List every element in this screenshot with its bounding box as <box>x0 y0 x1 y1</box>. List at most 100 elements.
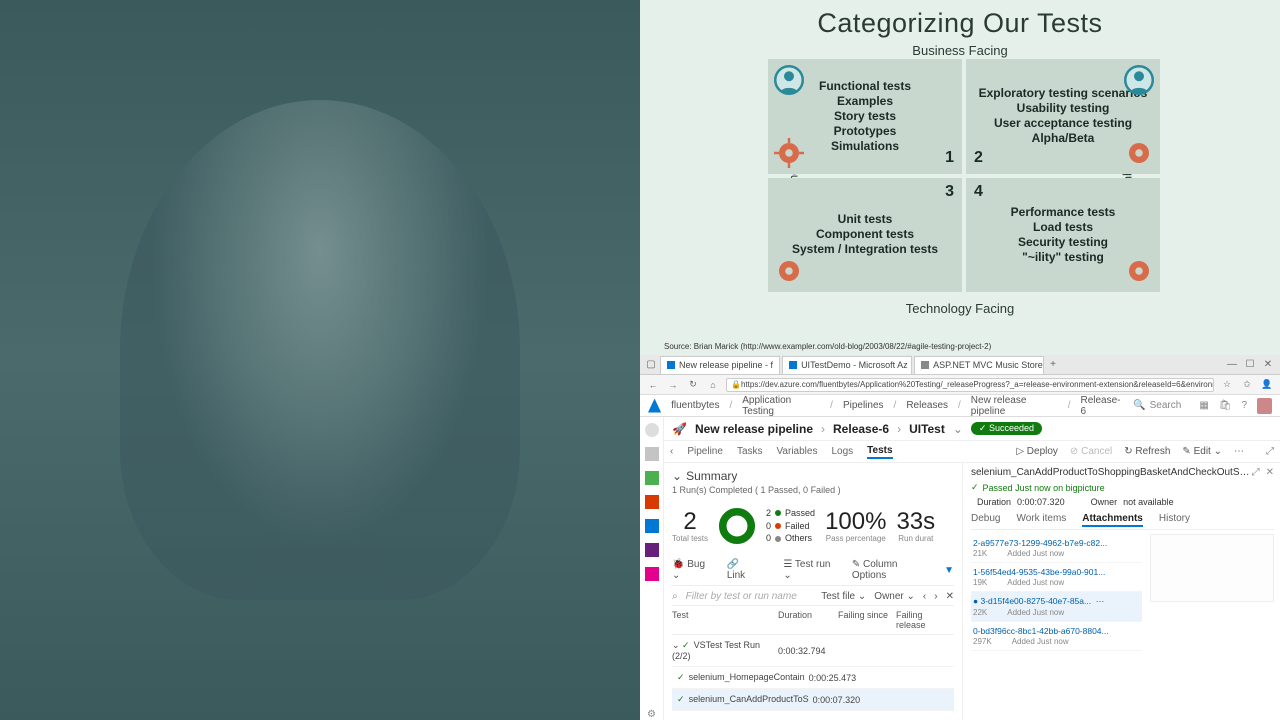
axis-bottom: Technology Facing <box>906 301 1014 316</box>
forward-button[interactable]: → <box>666 380 680 390</box>
new-tab-button[interactable]: + <box>1046 359 1060 370</box>
tab-variables[interactable]: Variables <box>777 446 818 457</box>
bug-button[interactable]: 🐞 Bug ⌄ <box>672 559 715 581</box>
boards-work-icon[interactable] <box>645 471 659 485</box>
tab-tasks[interactable]: Tasks <box>737 446 763 457</box>
help-icon[interactable]: ? <box>1241 400 1247 411</box>
column-options-button[interactable]: ✎ Column Options <box>852 559 932 581</box>
breadcrumb[interactable]: Pipelines <box>843 400 884 411</box>
address-bar[interactable]: 🔒 https://dev.azure.com/fluentbytes/Appl… <box>726 378 1214 392</box>
more-button[interactable]: ⋯ <box>1234 446 1244 457</box>
table-row[interactable]: ⌄ ✓VSTest Test Run (2/2)0:00:32.794 <box>672 635 954 667</box>
close-icon[interactable]: ✕ <box>1266 467 1274 478</box>
browser-tab[interactable]: ASP.NET MVC Music Store <box>914 356 1044 374</box>
deploy-button[interactable]: ▷ Deploy <box>1016 446 1058 457</box>
pipelines-icon[interactable] <box>645 519 659 533</box>
slide-quadrants: Categorizing Our Tests Business Facing T… <box>640 0 1280 355</box>
link-button[interactable]: 🔗 Link <box>727 559 760 581</box>
back-button[interactable]: ← <box>646 380 660 390</box>
presenter-photo <box>0 0 640 720</box>
azure-devops-icon[interactable] <box>648 399 661 413</box>
summary-title[interactable]: ⌄Summary <box>672 469 954 483</box>
minimize-button[interactable]: — <box>1224 359 1240 370</box>
tab-attachments[interactable]: Attachments <box>1082 513 1143 527</box>
testplans-icon[interactable] <box>645 543 659 557</box>
quadrant-2: Exploratory testing scenarios Usability … <box>966 59 1160 174</box>
breadcrumb[interactable]: Application Testing <box>742 395 820 417</box>
breadcrumb[interactable]: Releases <box>906 400 948 411</box>
pass-percentage: 100% <box>825 510 886 534</box>
donut-chart <box>718 507 756 545</box>
pipeline-name[interactable]: New release pipeline <box>695 422 813 436</box>
boards-icon[interactable] <box>645 447 659 461</box>
tab-tests[interactable]: Tests <box>867 445 892 459</box>
fullscreen-icon[interactable]: ⤢ <box>1266 446 1274 457</box>
testfile-filter[interactable]: Test file ⌄ <box>821 591 866 602</box>
prev-icon[interactable]: ‹ <box>923 591 926 602</box>
release-name[interactable]: Release-6 <box>833 422 889 436</box>
browser-tab[interactable]: UITestDemo - Microsoft Az <box>782 356 912 374</box>
overview-icon[interactable] <box>645 423 659 437</box>
gear-icon <box>774 256 804 286</box>
profile-icon[interactable]: 👤 <box>1260 379 1274 390</box>
search-box[interactable]: 🔍 Search <box>1133 400 1181 411</box>
tab-new-icon[interactable]: ▢ <box>644 359 658 370</box>
summary-panel: ⌄Summary 1 Run(s) Completed ( 1 Passed, … <box>664 463 962 720</box>
breadcrumb[interactable]: New release pipeline <box>971 395 1058 417</box>
chevron-left-icon[interactable]: ‹ <box>670 446 673 457</box>
axis-top: Business Facing <box>912 43 1007 58</box>
close-button[interactable]: ✕ <box>1260 359 1276 370</box>
clear-icon[interactable]: ✕ <box>946 591 954 602</box>
tab-debug[interactable]: Debug <box>971 513 1000 527</box>
tab-workitems[interactable]: Work items <box>1016 513 1066 527</box>
quad-number: 2 <box>974 148 983 168</box>
filter-icon[interactable]: ▼ <box>944 565 954 576</box>
user-avatar[interactable] <box>1257 398 1272 414</box>
grid-icon[interactable]: ▦ <box>1199 400 1208 411</box>
chevron-down-icon[interactable]: ⌄ <box>953 422 963 436</box>
refresh-button[interactable]: ↻ Refresh <box>1124 446 1170 457</box>
repos-icon[interactable] <box>645 495 659 509</box>
edit-button[interactable]: ✎ Edit ⌄ <box>1182 446 1222 457</box>
breadcrumb[interactable]: fluentbytes <box>671 400 719 411</box>
shopping-icon[interactable]: 🛍 <box>1219 400 1232 411</box>
legend: 2 Passed 0 Failed 0 Others <box>766 507 815 545</box>
breadcrumb[interactable]: Release-6 <box>1080 395 1123 417</box>
duration-label: Duration0:00:07.320 <box>971 497 1065 507</box>
refresh-button[interactable]: ↻ <box>686 379 700 390</box>
sub-tabs: ‹ Pipeline Tasks Variables Logs Tests ▷ … <box>664 441 1280 463</box>
groupby-button[interactable]: ☰ Test run ⌄ <box>783 559 839 581</box>
slide-source: Source: Brian Marick (http://www.example… <box>664 342 1270 351</box>
attachment-row[interactable]: 0-bd3f96cc-8bc1-42bb-a670-8804...297KAdd… <box>971 622 1142 651</box>
artifacts-icon[interactable] <box>645 567 659 581</box>
table-row[interactable]: ✓selenium_HomepageContain0:00:25.473 <box>672 667 954 689</box>
stage-name[interactable]: UITest <box>909 422 945 436</box>
detail-status: ✓ Passed Just now on bigpicture <box>971 482 1274 493</box>
table-header: Test Duration Failing since Failing rele… <box>672 606 954 635</box>
quad-number: 3 <box>945 182 954 202</box>
favorites-icon[interactable]: ✩ <box>1240 379 1254 390</box>
owner-filter[interactable]: Owner ⌄ <box>874 591 915 602</box>
maximize-button[interactable]: ☐ <box>1242 359 1258 370</box>
settings-icon[interactable]: ⚙ <box>647 709 656 720</box>
browser-tab[interactable]: New release pipeline - f <box>660 356 780 374</box>
attachment-row[interactable]: ● 3-d15f4e00-8275-40e7-85a... ⋯22KAdded … <box>971 592 1142 622</box>
next-icon[interactable]: › <box>934 591 937 602</box>
expand-icon[interactable]: ⤢ <box>1252 467 1260 478</box>
attachment-row[interactable]: 1-56f54ed4-9535-43be-99a0-901...19KAdded… <box>971 563 1142 592</box>
gear-icon <box>1124 256 1154 286</box>
filter-input[interactable]: Filter by test or run name <box>686 591 814 602</box>
quadrant-1: Functional tests Examples Story tests Pr… <box>768 59 962 174</box>
favorite-icon[interactable]: ☆ <box>1220 379 1234 390</box>
detail-title: selenium_CanAddProductToShoppingBasketAn… <box>971 467 1252 478</box>
browser-toolbar: ← → ↻ ⌂ 🔒 https://dev.azure.com/fluentby… <box>640 375 1280 395</box>
tab-history[interactable]: History <box>1159 513 1190 527</box>
home-button[interactable]: ⌂ <box>706 380 720 390</box>
attachment-row[interactable]: 2-a9577e73-1299-4962-b7e9-c82...21KAdded… <box>971 534 1142 563</box>
tab-logs[interactable]: Logs <box>831 446 853 457</box>
gear-icon <box>774 138 804 168</box>
table-row[interactable]: ✓selenium_CanAddProductToS0:00:07.320 <box>672 689 954 711</box>
cancel-button[interactable]: ⊘ Cancel <box>1070 446 1112 457</box>
tab-pipeline[interactable]: Pipeline <box>687 446 723 457</box>
pipeline-icon: 🚀 <box>672 422 687 436</box>
